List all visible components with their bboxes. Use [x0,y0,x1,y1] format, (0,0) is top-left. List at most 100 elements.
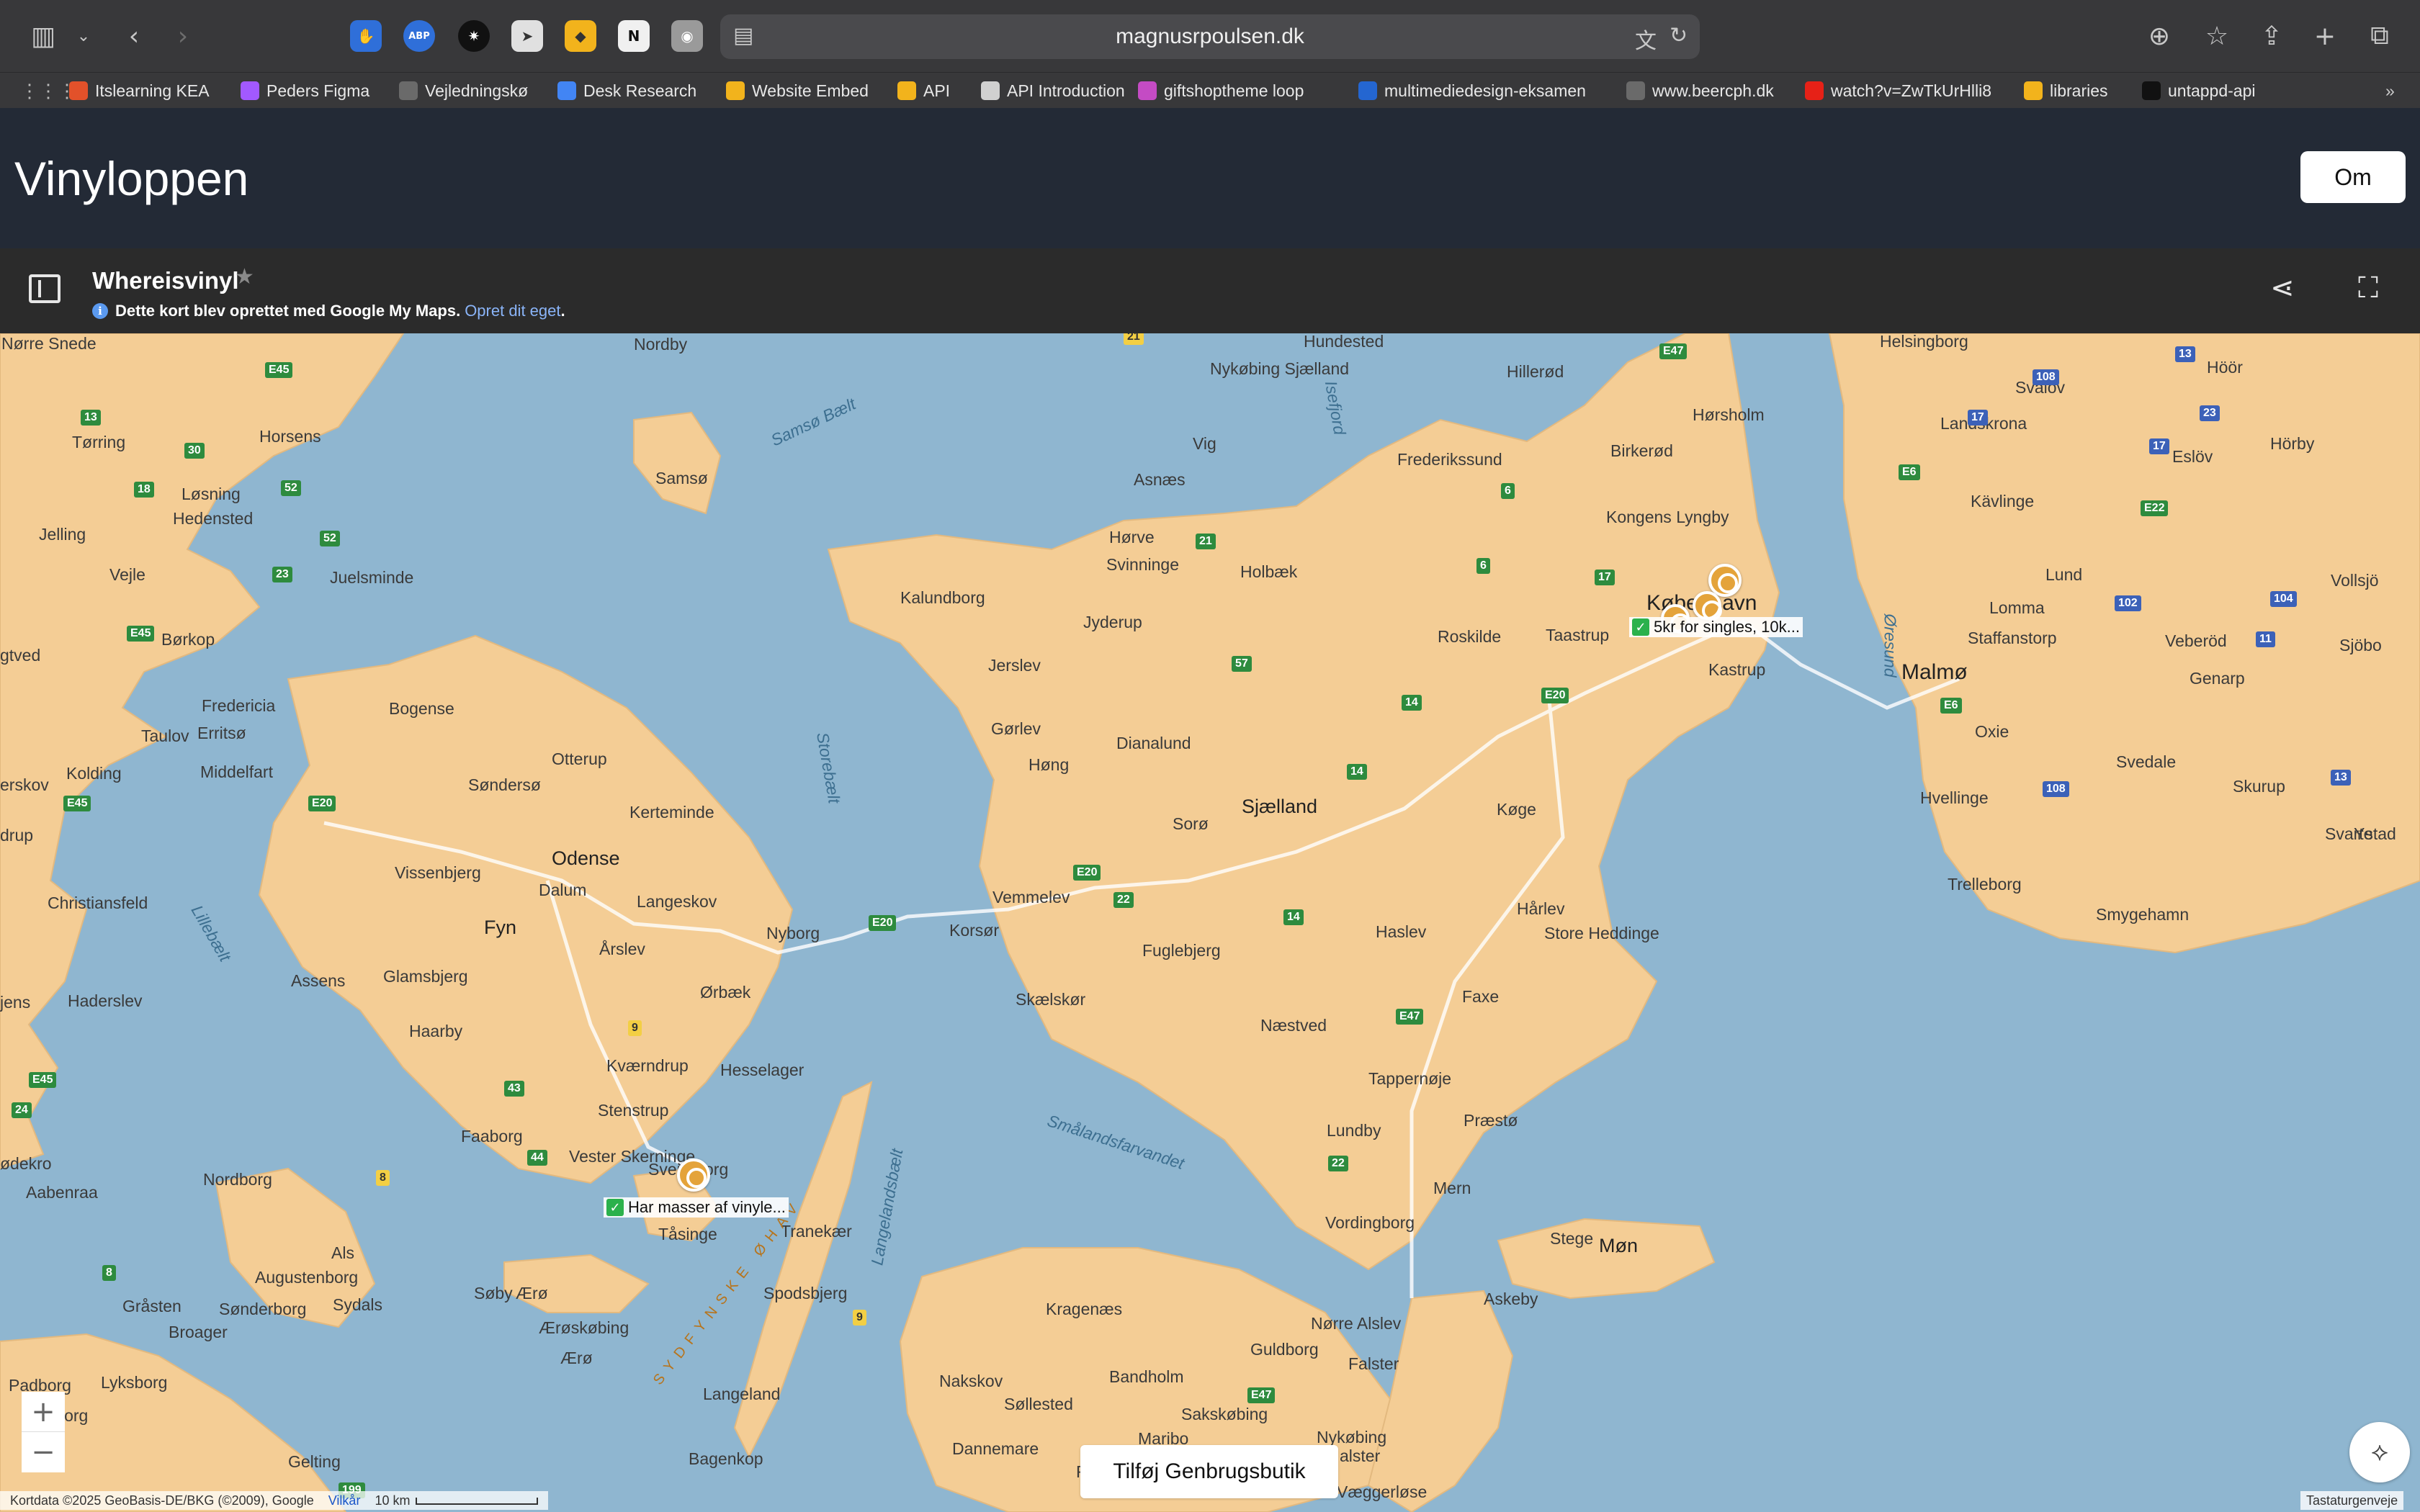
place-label: Lyksborg [101,1373,168,1392]
map-pin[interactable] [1693,591,1722,621]
road-shield: E22 [2141,500,2169,516]
keyboard-shortcuts-link[interactable]: Tastaturgenveje [2300,1491,2404,1510]
bookmark-item[interactable]: untappd-api [2142,77,2256,104]
trello-icon [1358,81,1377,100]
zoom-out-button[interactable]: − [22,1432,65,1472]
place-label: Langeland [703,1385,781,1403]
fullscreen-icon[interactable]: ⛶ [2358,271,2378,305]
apps-grid-icon[interactable]: ⋮⋮⋮ [20,77,76,104]
code-icon [2142,81,2161,100]
map-pin[interactable] [677,1158,710,1192]
place-label: Næstved [1260,1016,1327,1035]
road-shield: 13 [81,410,101,426]
downloads-icon[interactable]: ⊕ [2139,16,2179,56]
translate-icon[interactable]: 文 [1635,23,1657,55]
bookmark-item[interactable]: Website Embed [726,77,869,104]
map-canvas[interactable]: Nørre Snede Nordby Hundested Nykøbing Sjæll… [0,333,2420,1512]
bookmark-star-icon[interactable]: ☆ [2197,16,2237,56]
place-label: Jyderup [1083,613,1142,631]
forward-icon[interactable]: › [163,16,203,56]
place-label: Løsning [182,485,241,503]
bookmark-item[interactable]: giftshoptheme loop [1138,77,1304,104]
share-map-icon[interactable]: ⋖ [2270,271,2295,305]
place-label: Tappernøje [1368,1069,1452,1088]
road-shield: E20 [869,915,897,931]
back-icon[interactable]: ‹ [114,16,154,56]
road-shield: 104 [2270,591,2297,607]
bookmarks-overflow-icon[interactable]: » [2385,77,2395,104]
place-label: Lundby [1327,1121,1381,1140]
cookie-extension-icon[interactable]: ◉ [671,20,703,52]
new-tab-icon[interactable]: + [2305,16,2345,56]
place-label: Bogense [389,699,454,718]
add-shop-button[interactable]: Tilføj Genbrugsbutik [1080,1445,1338,1498]
info-icon: i [92,303,108,319]
place-label: Falster [1348,1354,1399,1373]
bookmark-item[interactable]: API [897,77,950,104]
pin-label[interactable]: ✓ Har masser af vinyle... [604,1197,789,1218]
road-shield: 102 [2115,595,2141,611]
adblock-extension-icon[interactable]: ABP [403,20,435,52]
place-label: Roskilde [1438,627,1502,646]
star-icon[interactable]: ★ [235,264,254,289]
bookmark-item[interactable]: watch?v=ZwTkUrHlli8 [1805,77,1991,104]
loop-icon [1138,81,1157,100]
create-own-map-link[interactable]: Opret dit eget [465,302,560,320]
bookmark-item[interactable]: API Introduction [981,77,1125,104]
place-label: Svedale [2116,752,2177,771]
place-label: Eslöv [2172,447,2213,466]
place-label: Hårlev [1517,899,1565,918]
place-label: Store Heddinge [1544,924,1659,942]
terms-link[interactable]: Vilkår [328,1493,361,1508]
bookmark-item[interactable]: Itslearning KEA [69,77,210,104]
place-label: Skurup [2233,777,2285,796]
send-extension-icon[interactable]: ➤ [511,20,543,52]
extension-dots-icon[interactable]: ✷ [458,20,490,52]
place-label: Hundested [1304,333,1384,351]
place-label: Fredericia [202,696,276,715]
legend-toggle-icon[interactable] [29,274,60,303]
bookmark-item[interactable]: Vejledningskø [399,77,528,104]
road-shield: 21 [1196,534,1216,549]
browser-toolbar: ▥ ⌄ ‹ › ✋ ABP ✷ ➤ ◆ N ◉ ▤ magnusrpoulsen… [0,0,2420,72]
recenter-icon[interactable]: ⟡ [2349,1422,2410,1482]
place-label: Genarp [2190,669,2245,688]
place-label: Ærø [516,1284,548,1302]
reload-icon[interactable]: ↻ [1670,23,1688,48]
place-label: Hedensted [173,509,254,528]
privacy-extension-icon[interactable]: ✋ [350,20,382,52]
notion-extension-icon[interactable]: N [618,20,650,52]
address-bar[interactable]: ▤ magnusrpoulsen.dk 文 ↻ [720,14,1700,59]
place-label: gtved [0,646,41,665]
address-url[interactable]: magnusrpoulsen.dk [720,24,1700,49]
bookmark-item[interactable]: multimediedesign-eksamen [1358,77,1586,104]
pin-label[interactable]: ✓ 5kr for singles, 10k... [1629,617,1803,637]
place-label: Nykøbing [1317,1428,1387,1446]
sidebar-toggle-icon[interactable]: ▥ [23,16,63,56]
place-label: Dannemare [952,1439,1039,1458]
place-label: Asnæs [1134,470,1186,489]
road-shield: 14 [1283,909,1304,925]
chevron-down-icon[interactable]: ⌄ [63,16,104,56]
road-shield: 52 [281,480,301,496]
tab-overview-icon[interactable]: ⧉ [2360,16,2400,56]
bookmark-label: watch?v=ZwTkUrHlli8 [1831,81,1992,100]
map-note-text: Dette kort blev oprettet med Google My M… [115,302,461,320]
about-button[interactable]: Om [2300,151,2406,203]
bookmark-item[interactable]: libraries [2024,77,2108,104]
bookmark-item[interactable]: www.beercph.dk [1626,77,1774,104]
road-shield: E20 [1073,865,1101,881]
place-label: Vissenbjerg [395,863,481,882]
place-label: Broager [169,1323,228,1341]
road-shield: E47 [1247,1387,1276,1403]
colorzilla-extension-icon[interactable]: ◆ [565,20,596,52]
road-shield: 6 [1476,558,1490,574]
zoom-in-button[interactable]: + [22,1392,65,1432]
place-label: Kastrup [1708,660,1766,679]
road-shield: E45 [29,1072,57,1088]
share-icon[interactable]: ⇪ [2251,16,2292,56]
bookmark-item[interactable]: Desk Research [557,77,696,104]
road-shield: 6 [1501,483,1515,499]
place-label: Kalundborg [900,588,985,607]
bookmark-item[interactable]: Peders Figma [241,77,369,104]
